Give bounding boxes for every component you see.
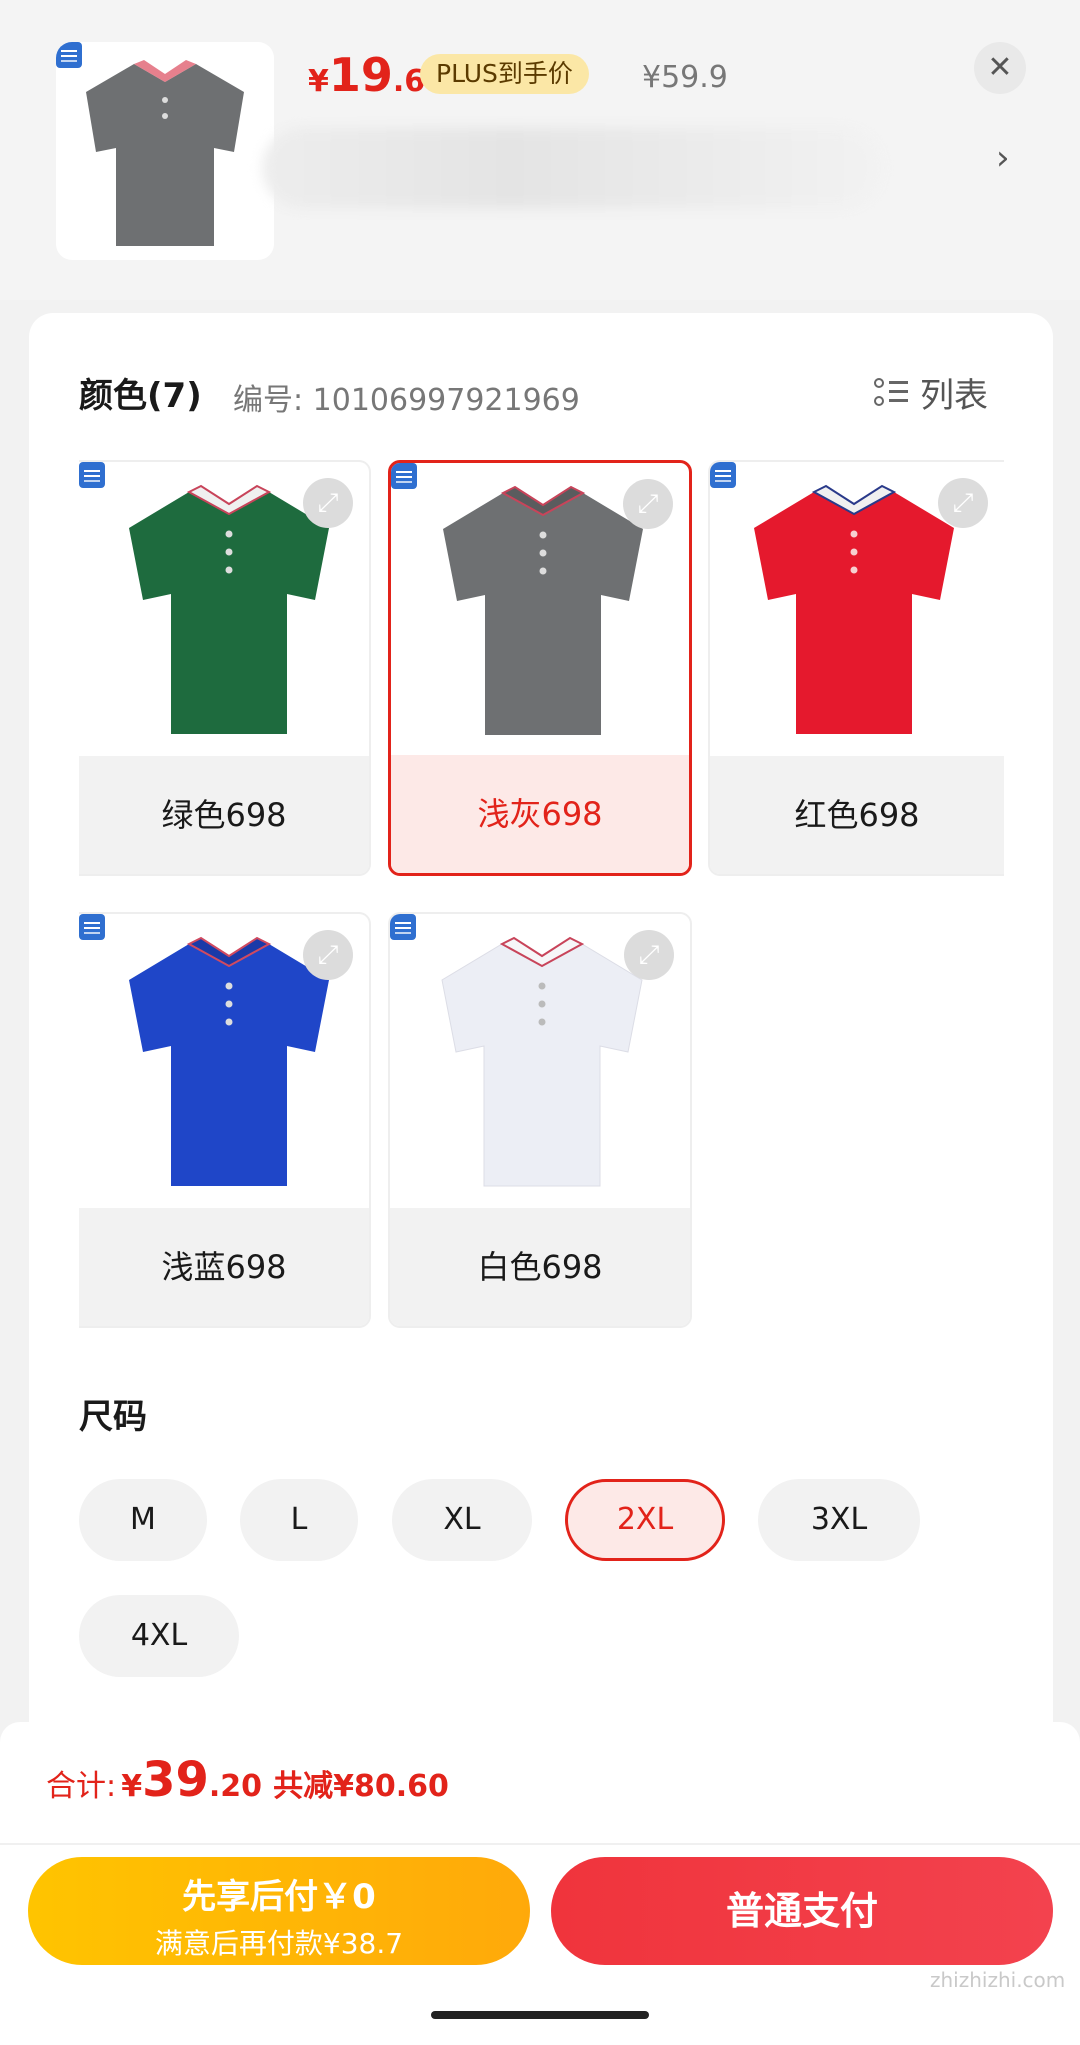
expand-icon[interactable]: ⤢ xyxy=(624,930,674,980)
color-option-image: ⤢ xyxy=(710,462,1004,760)
polo-shirt-image xyxy=(86,60,244,246)
color-option-image: ⤢ xyxy=(390,914,690,1212)
color-option-image: ⤢ xyxy=(79,462,369,760)
brand-logo xyxy=(79,462,105,488)
color-option-label: 红色698 xyxy=(710,756,1004,874)
color-option-light-gray[interactable]: ⤢ 浅灰698 xyxy=(388,460,692,876)
size-option-3xl[interactable]: 3XL xyxy=(758,1479,920,1561)
order-total: 合计: ¥39.20 共减¥80.60 xyxy=(46,1752,449,1808)
product-title-blurred xyxy=(262,128,882,208)
size-option-4xl[interactable]: 4XL xyxy=(79,1595,239,1677)
total-saving: 共减¥80.60 xyxy=(273,1769,449,1804)
expand-icon[interactable]: ⤢ xyxy=(623,479,673,529)
color-option-label: 浅灰698 xyxy=(391,755,689,873)
current-price: ¥19.6 xyxy=(308,48,426,102)
brand-logo xyxy=(390,914,416,940)
expand-icon[interactable]: ⤢ xyxy=(303,478,353,528)
total-label: 合计: xyxy=(46,1769,117,1804)
expand-icon[interactable]: ⤢ xyxy=(303,930,353,980)
color-option-label: 浅蓝698 xyxy=(79,1208,369,1326)
color-section-title: 颜色(7) xyxy=(79,376,202,416)
list-view-toggle[interactable]: 列表 xyxy=(874,368,988,417)
plus-price-badge: PLUS到手价 xyxy=(420,54,589,94)
color-option-image: ⤢ xyxy=(79,914,369,1212)
polo-shirt-image xyxy=(441,936,643,1187)
brand-logo xyxy=(710,462,736,488)
color-option-white[interactable]: ⤢ 白色698 xyxy=(388,912,692,1328)
brand-logo xyxy=(79,914,105,940)
pay-later-button[interactable]: 先享后付￥0 满意后再付款¥38.7 xyxy=(28,1857,530,1965)
brand-logo xyxy=(391,463,417,489)
divider xyxy=(0,1843,1080,1845)
close-icon[interactable]: ✕ xyxy=(974,42,1026,94)
size-option-xl[interactable]: XL xyxy=(392,1479,532,1561)
size-section-title: 尺码 xyxy=(79,1397,147,1437)
product-thumbnail[interactable] xyxy=(56,42,274,260)
color-option-light-blue[interactable]: ⤢ 浅蓝698 xyxy=(79,912,371,1328)
home-indicator[interactable] xyxy=(431,2011,649,2019)
chevron-right-icon[interactable]: › xyxy=(996,138,1010,178)
normal-pay-button[interactable]: 普通支付 xyxy=(551,1857,1053,1965)
size-option-m[interactable]: M xyxy=(79,1479,207,1561)
color-option-label: 绿色698 xyxy=(79,756,369,874)
polo-shirt-image xyxy=(443,485,643,735)
original-price: ¥59.9 xyxy=(642,60,728,95)
expand-icon[interactable]: ⤢ xyxy=(938,478,988,528)
color-option-red[interactable]: ⤢ 红色698 xyxy=(708,460,1004,876)
polo-shirt-image xyxy=(754,484,954,734)
color-option-image: ⤢ xyxy=(391,463,689,761)
size-option-l[interactable]: L xyxy=(240,1479,358,1561)
sku-number: 编号: 10106997921969 xyxy=(233,383,580,418)
watermark: zhizhizhi.com xyxy=(930,1968,1066,1992)
color-option-label: 白色698 xyxy=(390,1208,690,1326)
list-toggle-label: 列表 xyxy=(920,376,988,416)
size-option-2xl[interactable]: 2XL xyxy=(565,1479,725,1561)
list-icon xyxy=(874,376,908,410)
product-header: ¥19.6 PLUS到手价 ¥59.9 ✕ › xyxy=(0,0,1080,300)
color-option-green[interactable]: ⤢ 绿色698 xyxy=(79,460,371,876)
